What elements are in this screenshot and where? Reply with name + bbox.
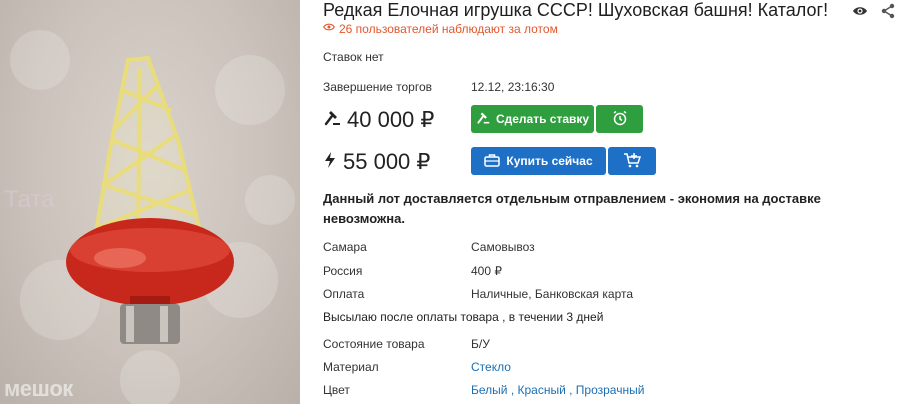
watchers-text: 26 пользователей наблюдают за лотом: [339, 21, 558, 36]
attr-value-material-link[interactable]: Стекло: [471, 360, 511, 374]
current-price-value: 40 000 ₽: [347, 107, 435, 132]
lot-title: Редкая Елочная игрушка СССР! Шуховская б…: [323, 0, 829, 20]
current-price: 40 000 ₽: [323, 107, 434, 133]
delivery-notice: Данный лот доставляется отдельным отправ…: [323, 189, 843, 229]
photo-watermark-left: Тата: [4, 186, 55, 213]
buy-now-button[interactable]: Купить сейчас: [471, 147, 606, 175]
detail-label-payment: Оплата: [323, 287, 365, 301]
bids-status: Ставок нет: [323, 50, 384, 64]
eye-icon: [323, 21, 335, 36]
briefcase-icon: [484, 153, 501, 170]
site-watermark: мешок: [4, 376, 73, 401]
end-label: Завершение торгов: [323, 80, 433, 94]
detail-value-shipping-cost: 400 ₽: [471, 264, 502, 278]
attr-label-material: Материал: [323, 360, 379, 374]
delivery-notice-bold: Данный лот доставляется отдельным отправ…: [323, 191, 667, 206]
product-photo[interactable]: Тата мешок: [0, 0, 300, 404]
gavel-icon: [323, 107, 341, 133]
remind-button[interactable]: [596, 105, 643, 133]
detail-label-country: Россия: [323, 264, 363, 278]
eye-icon[interactable]: [852, 3, 868, 19]
attr-label-color: Цвет: [323, 383, 350, 397]
lightning-icon: [323, 149, 337, 175]
detail-value-pickup: Самовывоз: [471, 240, 535, 254]
buy-now-label: Купить сейчас: [506, 154, 593, 168]
place-bid-button[interactable]: Сделать ставку: [471, 105, 594, 133]
add-to-cart-button[interactable]: [608, 147, 656, 175]
attr-label-condition: Состояние товара: [323, 337, 425, 351]
shipping-note: Высылаю после оплаты товара , в течении …: [323, 310, 604, 324]
gavel-icon: [476, 111, 490, 128]
end-value: 12.12, 23:16:30: [471, 80, 555, 94]
buy-now-price: 55 000 ₽: [323, 149, 430, 175]
top-actions: [852, 3, 896, 19]
detail-value-payment: Наличные, Банковская карта: [471, 287, 634, 301]
place-bid-label: Сделать ставку: [495, 112, 590, 126]
detail-label-city: Самара: [323, 240, 367, 254]
add-to-cart-icon: [623, 152, 642, 171]
share-icon[interactable]: [880, 3, 896, 19]
attr-value-condition: Б/У: [471, 337, 490, 351]
buy-now-price-value: 55 000 ₽: [343, 149, 431, 174]
watchers-count[interactable]: 26 пользователей наблюдают за лотом: [323, 21, 558, 36]
attr-value-color-links[interactable]: Белый , Красный , Прозрачный: [471, 383, 644, 397]
alarm-clock-icon: [612, 110, 628, 129]
